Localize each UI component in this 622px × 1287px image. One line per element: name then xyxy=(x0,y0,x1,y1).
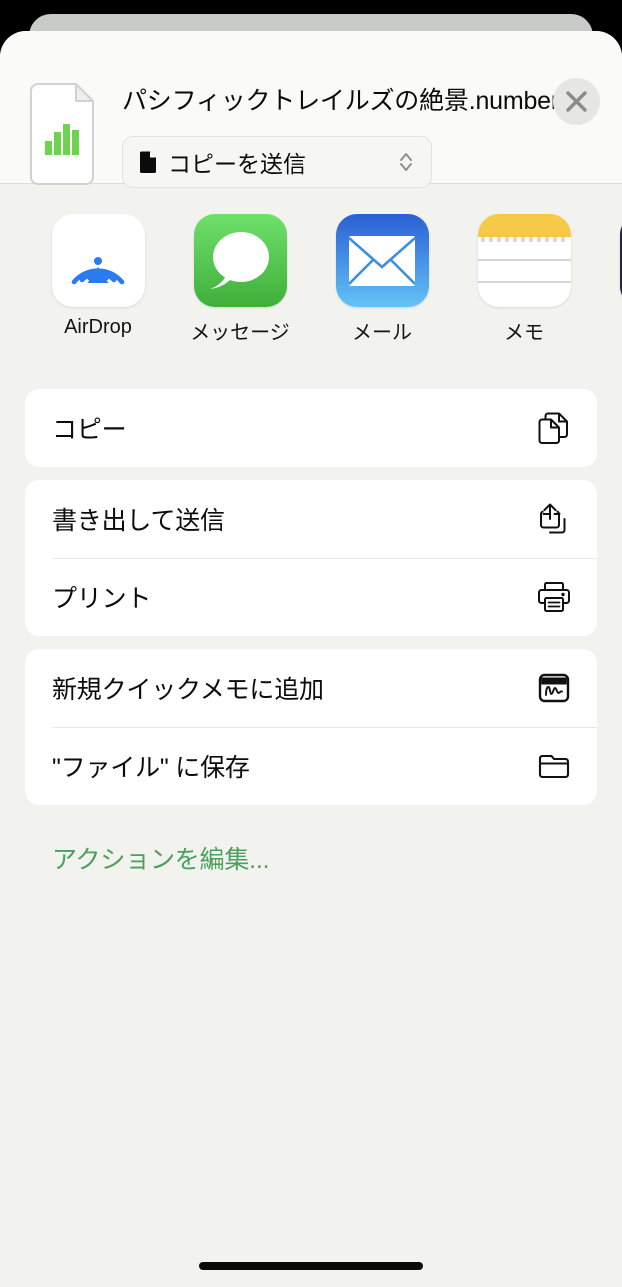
action-label: 書き出して送信 xyxy=(52,507,225,535)
action-row-print[interactable]: プリント xyxy=(25,558,597,636)
share-target-mail[interactable]: メール xyxy=(311,214,453,345)
share-targets-row[interactable]: AirDrop メッセージ メール メモ xyxy=(0,184,622,354)
copy-icon xyxy=(536,410,572,446)
action-group: コピー xyxy=(25,389,597,467)
share-target-label: メール xyxy=(352,322,412,344)
share-target-notes[interactable]: メモ xyxy=(453,214,595,345)
close-button[interactable] xyxy=(553,78,600,125)
share-target-label: メッセージ xyxy=(190,322,290,344)
home-indicator xyxy=(199,1262,423,1270)
send-mode-selector[interactable]: コピーを送信 xyxy=(122,136,432,188)
share-export-icon xyxy=(536,501,572,537)
folder-icon xyxy=(536,748,572,784)
airdrop-icon xyxy=(51,214,145,307)
send-mode-label: コピーを送信 xyxy=(168,151,306,177)
edit-actions-link[interactable]: アクションを編集... xyxy=(25,840,270,876)
quick-note-icon xyxy=(536,670,572,706)
action-group: 新規クイックメモに追加 "ファイル" に保存 xyxy=(25,649,597,805)
share-target-cut-off[interactable]: ジ xyxy=(595,214,622,345)
notes-icon xyxy=(477,214,571,307)
share-target-airdrop[interactable]: AirDrop xyxy=(27,214,169,339)
chevron-up-down-icon xyxy=(400,153,412,171)
share-target-messages[interactable]: メッセージ xyxy=(169,214,311,345)
share-target-label: AirDrop xyxy=(64,316,132,338)
action-row-export-and-send[interactable]: 書き出して送信 xyxy=(25,480,597,558)
messages-icon xyxy=(193,214,287,307)
action-label: コピー xyxy=(52,416,127,444)
action-label: プリント xyxy=(52,585,152,613)
document-icon xyxy=(140,151,156,173)
action-group: 書き出して送信 プリント xyxy=(25,480,597,636)
action-groups: コピー 書き出して送信 プリント 新規クイックメモに追加 "ファイル" に保存 … xyxy=(0,389,622,876)
share-sheet: パシフィックトレイルズの絶景.numbers コピーを送信 AirDrop メッ… xyxy=(0,31,622,1287)
action-row-add-quick-note[interactable]: 新規クイックメモに追加 xyxy=(25,649,597,727)
action-row-copy[interactable]: コピー xyxy=(25,389,597,467)
action-label: "ファイル" に保存 xyxy=(52,754,250,782)
numbers-document-icon xyxy=(26,83,98,185)
mail-icon xyxy=(335,214,429,307)
share-target-label: メモ xyxy=(504,322,544,344)
document-title: パシフィックトレイルズの絶景.numbers xyxy=(122,87,572,115)
share-sheet-header: パシフィックトレイルズの絶景.numbers コピーを送信 xyxy=(0,31,622,188)
action-row-save-to-files[interactable]: "ファイル" に保存 xyxy=(25,727,597,805)
action-label: 新規クイックメモに追加 xyxy=(52,676,324,704)
close-icon xyxy=(566,91,587,112)
printer-icon xyxy=(536,579,572,615)
